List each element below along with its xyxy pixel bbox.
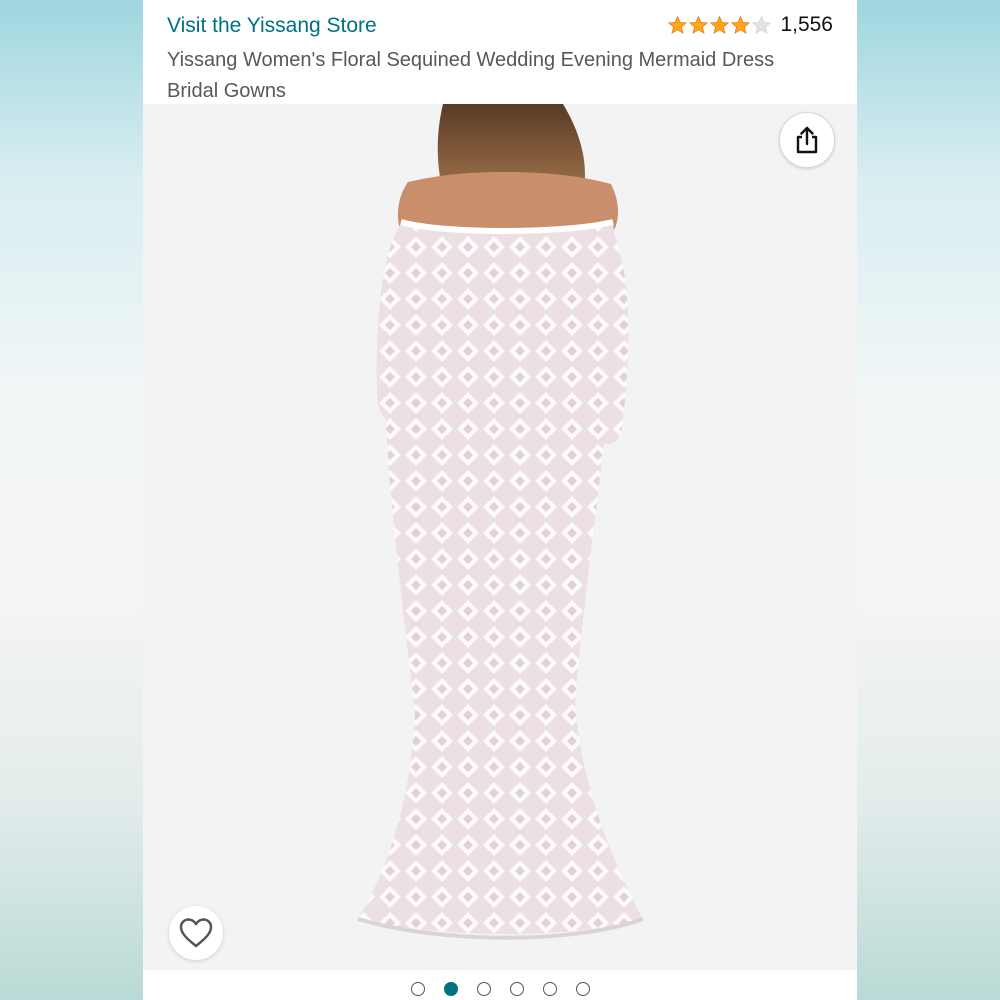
- pagination-dot[interactable]: [576, 982, 590, 996]
- pagination-dot[interactable]: [411, 982, 425, 996]
- pagination-dot[interactable]: [543, 982, 557, 996]
- product-image: [143, 104, 857, 970]
- pagination-dot[interactable]: [510, 982, 524, 996]
- star-rating: [667, 15, 772, 36]
- star-filled-icon: [710, 15, 730, 34]
- product-image-gallery[interactable]: [143, 104, 857, 970]
- pagination-dot[interactable]: [477, 982, 491, 996]
- heart-icon: [179, 918, 213, 948]
- rating[interactable]: 1,556: [667, 13, 833, 37]
- star-filled-icon: [668, 15, 688, 34]
- share-button[interactable]: [779, 112, 835, 168]
- star-filled-icon: [731, 15, 751, 34]
- store-link[interactable]: Visit the Yissang Store: [167, 14, 377, 38]
- share-icon: [796, 126, 818, 154]
- star-empty-icon: [752, 15, 772, 34]
- product-title: Yissang Women's Floral Sequined Wedding …: [167, 49, 775, 102]
- product-header: Visit the Yissang Store 1,556 Yissang Wo…: [143, 0, 857, 104]
- image-pagination: [143, 970, 857, 1000]
- favorite-button[interactable]: [169, 906, 223, 960]
- product-page: Visit the Yissang Store 1,556 Yissang Wo…: [143, 0, 857, 1000]
- rating-count: 1,556: [780, 13, 833, 36]
- pagination-dot[interactable]: [444, 982, 458, 996]
- star-filled-icon: [689, 15, 709, 34]
